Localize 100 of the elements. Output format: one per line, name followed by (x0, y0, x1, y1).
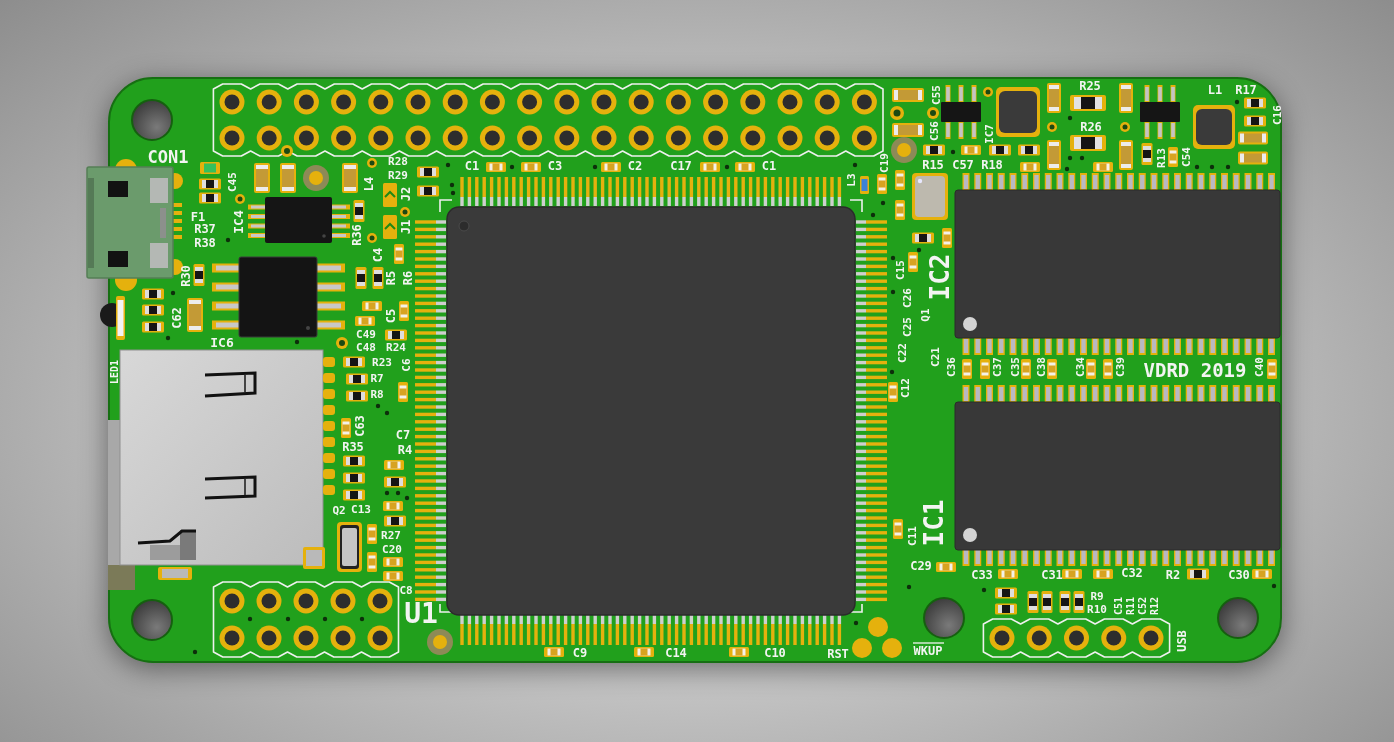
contact-pad (323, 437, 335, 447)
test-point (427, 629, 453, 655)
oscillator (912, 173, 948, 220)
smd-resistor (353, 200, 365, 222)
silkscreen-label: F1 (190, 210, 206, 224)
smd-capacitor (398, 382, 408, 402)
contact-pad (323, 485, 335, 495)
silkscreen-label: C15 (893, 260, 907, 280)
silkscreen-label: R38 (194, 236, 216, 250)
crystal (337, 522, 362, 572)
smd-capacitor (1119, 83, 1133, 113)
header-pin (591, 89, 617, 115)
silkscreen-label: C4 (371, 247, 385, 263)
smd-capacitor (367, 524, 377, 544)
smd-capacitor (1168, 147, 1178, 167)
silkscreen-label: C57 (952, 158, 974, 172)
silkscreen-label: C21 (928, 347, 942, 367)
smd-capacitor (735, 162, 755, 172)
mounting-hole (131, 599, 173, 641)
test-pad (868, 617, 888, 637)
via (281, 145, 293, 157)
silkscreen-label: IC7 (982, 124, 996, 144)
contact-pad (323, 421, 335, 431)
silkscreen-label: R35 (342, 440, 364, 454)
via (359, 616, 365, 622)
smd-capacitor (1119, 140, 1133, 170)
header-pin (665, 89, 691, 115)
silkscreen-label: R10 (1087, 602, 1107, 616)
via (1194, 164, 1200, 170)
via (906, 584, 912, 590)
via (852, 162, 858, 168)
silkscreen-label: C13 (351, 502, 371, 516)
smd-resistor (343, 472, 365, 484)
header-pin (814, 89, 840, 115)
silkscreen-label: C29 (910, 559, 932, 573)
smd-capacitor (521, 162, 541, 172)
via (981, 587, 987, 593)
smd-capacitor (1021, 359, 1031, 379)
smd-capacitor (877, 174, 887, 194)
silkscreen-label: R13 (1154, 148, 1168, 168)
header-pin (256, 125, 282, 151)
contact-pad (323, 373, 335, 383)
silkscreen-label: R2 (1165, 568, 1181, 582)
silkscreen-label: R12 (1148, 596, 1160, 616)
mounting-hole (1217, 597, 1259, 639)
silkscreen-label: C30 (1228, 568, 1250, 582)
silkscreen-label: C1 (464, 159, 480, 173)
header-pin (554, 89, 580, 115)
via (165, 335, 171, 341)
header-pin (219, 625, 245, 651)
smd-resistor (1070, 135, 1106, 151)
silkscreen-label: R29 (388, 168, 408, 182)
smd-resistor (199, 192, 221, 204)
silkscreen-label: R17 (1235, 83, 1257, 97)
silkscreen-label: R37 (194, 222, 216, 236)
silkscreen-label: C32 (1121, 566, 1143, 580)
silkscreen-label: C39 (1113, 357, 1127, 377)
silkscreen-label: C19 (877, 153, 891, 173)
silkscreen-label: C8 (399, 583, 413, 597)
smd-resistor (1244, 115, 1266, 127)
header-pin (703, 125, 729, 151)
smd-resistor (142, 304, 164, 316)
ic-chip (941, 85, 981, 139)
header-pin (814, 125, 840, 151)
smd-resistor (923, 144, 945, 156)
smd-resistor (1059, 591, 1071, 613)
silkscreen-label: C45 (225, 172, 239, 192)
header-pin (442, 89, 468, 115)
header-pin (1064, 625, 1089, 651)
header-pin (740, 125, 766, 151)
smd-capacitor (280, 163, 296, 193)
smd-capacitor (341, 418, 351, 438)
smd-capacitor (892, 88, 924, 102)
contact-pad (323, 357, 335, 367)
via (724, 164, 730, 170)
smd-capacitor (399, 301, 409, 321)
inductor (996, 87, 1040, 137)
smd-resistor (1187, 568, 1209, 580)
header-pin (479, 89, 505, 115)
via (950, 149, 956, 155)
mounting-hole (131, 99, 173, 141)
smd-resistor (989, 144, 1011, 156)
smd-resistor (193, 264, 205, 286)
smd-capacitor (1267, 359, 1277, 379)
silkscreen-label: C10 (764, 646, 786, 660)
via (890, 106, 904, 120)
silkscreen-label: C63 (353, 415, 367, 437)
via (983, 87, 993, 97)
silkscreen-label: C26 (900, 288, 914, 308)
test-pad (852, 638, 872, 658)
header-pin (219, 588, 245, 614)
silkscreen-label: RST (827, 647, 849, 661)
mounting-hole (923, 597, 965, 639)
via (927, 107, 939, 119)
smd-capacitor (1103, 359, 1113, 379)
via (916, 247, 922, 253)
silkscreen-label: C14 (665, 646, 687, 660)
board-marking: VDRD 2019 (1143, 359, 1247, 381)
smd-resistor (995, 587, 1017, 599)
smd-resistor (199, 178, 221, 190)
